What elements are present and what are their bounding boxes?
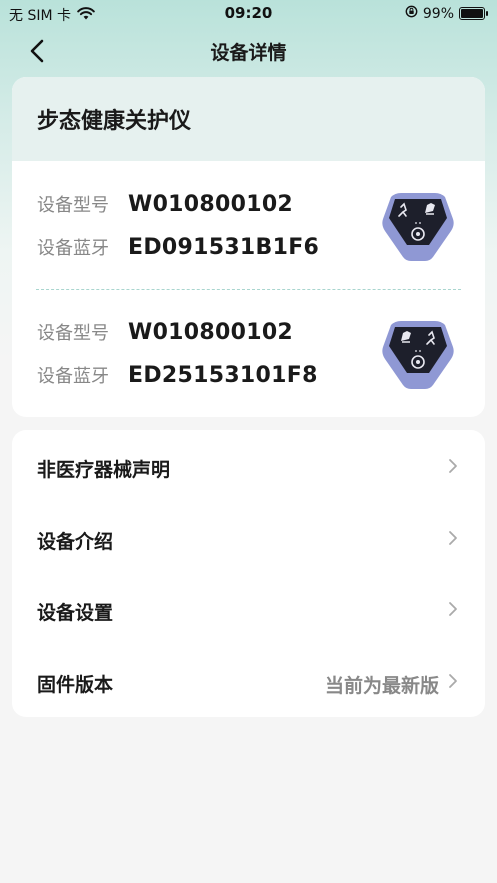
menu-item-label: 非医疗器械声明 [37, 459, 171, 481]
battery-level-fill [461, 9, 483, 18]
model-value: W010800102 [128, 192, 294, 217]
device-name: 步态健康关护仪 [37, 109, 192, 134]
bluetooth-row: 设备蓝牙 ED091531B1F6 [37, 234, 319, 260]
menu-item-label: 设备介绍 [37, 531, 114, 553]
bluetooth-row: 设备蓝牙 ED25153101F8 [37, 362, 318, 388]
model-row: 设备型号 W010800102 [37, 191, 293, 217]
model-label: 设备型号 [37, 195, 109, 216]
gait-device-image [382, 321, 454, 389]
orientation-lock-icon [405, 5, 418, 22]
model-row: 设备型号 W010800102 [37, 319, 293, 345]
page-title: 设备详情 [210, 42, 287, 64]
menu-item-device-intro[interactable]: 设备介绍 [12, 508, 485, 568]
firmware-status: 当前为最新版 [324, 675, 439, 697]
status-right: 99% [405, 5, 488, 22]
battery-percent: 99% [422, 5, 454, 22]
menu-item-non-medical-statement[interactable]: 非医疗器械声明 [12, 436, 485, 496]
model-label: 设备型号 [37, 323, 109, 344]
menu-item-device-settings[interactable]: 设备设置 [12, 579, 485, 639]
chevron-right-icon [449, 531, 457, 545]
status-bar: 无 SIM 卡 09:20 99% [0, 0, 497, 28]
device-entry[interactable]: 设备型号 W010800102 设备蓝牙 ED25153101F8 [12, 305, 485, 415]
menu-item-firmware-version[interactable]: 固件版本 当前为最新版 [12, 651, 485, 711]
model-value: W010800102 [128, 320, 294, 345]
device-card: 步态健康关护仪 设备型号 W010800102 设备蓝牙 ED091531B1F… [12, 77, 485, 417]
bluetooth-label: 设备蓝牙 [37, 238, 109, 259]
gait-device-image [382, 193, 454, 261]
chevron-right-icon [449, 602, 457, 616]
device-card-header: 步态健康关护仪 [12, 77, 485, 161]
chevron-right-icon [449, 674, 457, 688]
entry-divider [36, 289, 461, 290]
bluetooth-value: ED25153101F8 [128, 363, 318, 388]
navigation-bar: 设备详情 [0, 28, 497, 74]
chevron-right-icon [449, 459, 457, 473]
settings-menu-card: 非医疗器械声明 设备介绍 设备设置 固件版本 当前为最新版 [12, 430, 485, 717]
bluetooth-label: 设备蓝牙 [37, 366, 109, 387]
menu-item-label: 设备设置 [37, 602, 114, 624]
battery-icon [459, 7, 488, 20]
menu-item-label: 固件版本 [37, 674, 114, 696]
device-entry[interactable]: 设备型号 W010800102 设备蓝牙 ED091531B1F6 [12, 177, 485, 287]
bluetooth-value: ED091531B1F6 [128, 235, 320, 260]
